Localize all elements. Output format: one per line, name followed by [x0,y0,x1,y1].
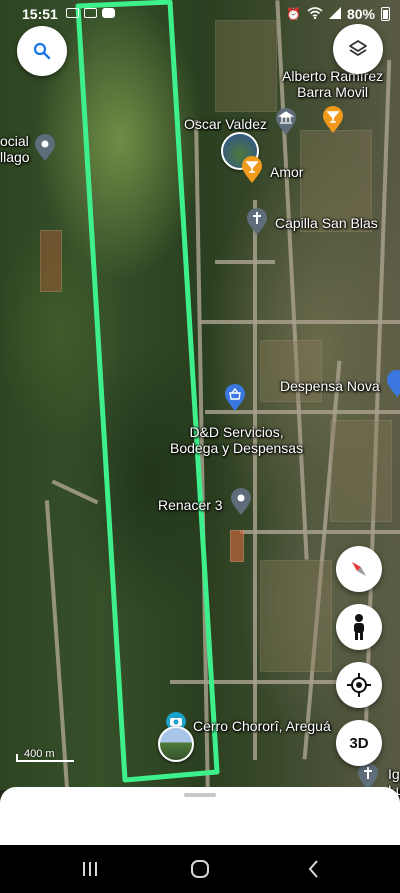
back-button[interactable] [302,857,326,881]
cerro-photo-thumbnail-pin[interactable] [158,726,194,762]
bottom-sheet[interactable] [0,787,400,845]
scale-tick [16,754,18,762]
notification-icons [66,8,115,18]
shopping-pin-icon [387,370,400,397]
layers-icon [349,40,367,56]
youtube-icon [102,8,115,18]
place-photo-thumbnail [158,726,194,762]
3d-toggle-button[interactable]: 3D [336,720,382,766]
gallery-icon [66,8,79,18]
scale-bar [16,760,74,762]
shop-pin-right[interactable] [386,370,400,403]
map-scale: 400 m [16,748,74,762]
battery-icon [381,7,390,21]
museum-pin[interactable] [275,108,297,141]
shop-pin[interactable] [224,384,246,417]
home-button[interactable] [188,857,212,881]
battery-percent: 80% [346,6,375,22]
signal-icon [328,6,341,22]
place-label-alberto[interactable]: Alberto Ramírez Barra Movil [282,68,383,100]
pegman-icon [354,614,364,640]
left-gray-pin[interactable] [34,134,56,167]
my-location-button[interactable] [336,662,382,708]
recent-apps-button[interactable] [78,857,102,881]
wifi-icon [307,6,323,22]
cocktail-pin-icon [242,156,262,183]
layers-button[interactable] [333,24,383,74]
alarm-icon: ⏰ [286,7,301,21]
place-label-capilla[interactable]: Capilla San Blas [275,215,378,231]
amor-pin[interactable] [241,156,263,189]
status-right-group: ⏰ 80% [286,6,390,22]
search-button[interactable] [17,26,67,76]
renacer-pin[interactable] [230,488,252,521]
place-label-amor[interactable]: Amor [270,164,303,180]
place-label-despensa[interactable]: Despensa Nova [280,378,380,394]
place-pin-icon [231,488,251,515]
place-label-oscar[interactable]: Oscar Valdez [184,116,267,132]
museum-pin-icon [276,108,296,135]
place-label-renacer[interactable]: Renacer 3 [158,497,223,513]
compass-icon [352,562,366,576]
system-nav-bar [0,845,400,893]
sheet-drag-handle[interactable] [184,793,216,797]
place-label-left-cut[interactable]: ocial llago [0,133,30,165]
search-icon [33,42,51,60]
place-label-cerro[interactable]: Cerro Chororî, Areguá [193,718,331,734]
scale-label: 400 m [24,748,55,760]
church-pin[interactable] [246,208,268,241]
place-pin-icon [35,134,55,161]
place-label-dd[interactable]: D&D Servicios, Bodega y Despensas [170,424,303,456]
voicemail-icon [84,8,97,18]
bar-pin[interactable] [322,106,344,139]
compass-button[interactable] [336,546,382,592]
status-bar: 15:51 ⏰ 80% [0,0,400,28]
cocktail-pin-icon [323,106,343,133]
street-view-button[interactable] [336,604,382,650]
my-location-icon [347,673,371,697]
shopping-basket-pin-icon [225,384,245,411]
church-pin-icon [247,208,267,235]
status-time: 15:51 [22,6,58,22]
